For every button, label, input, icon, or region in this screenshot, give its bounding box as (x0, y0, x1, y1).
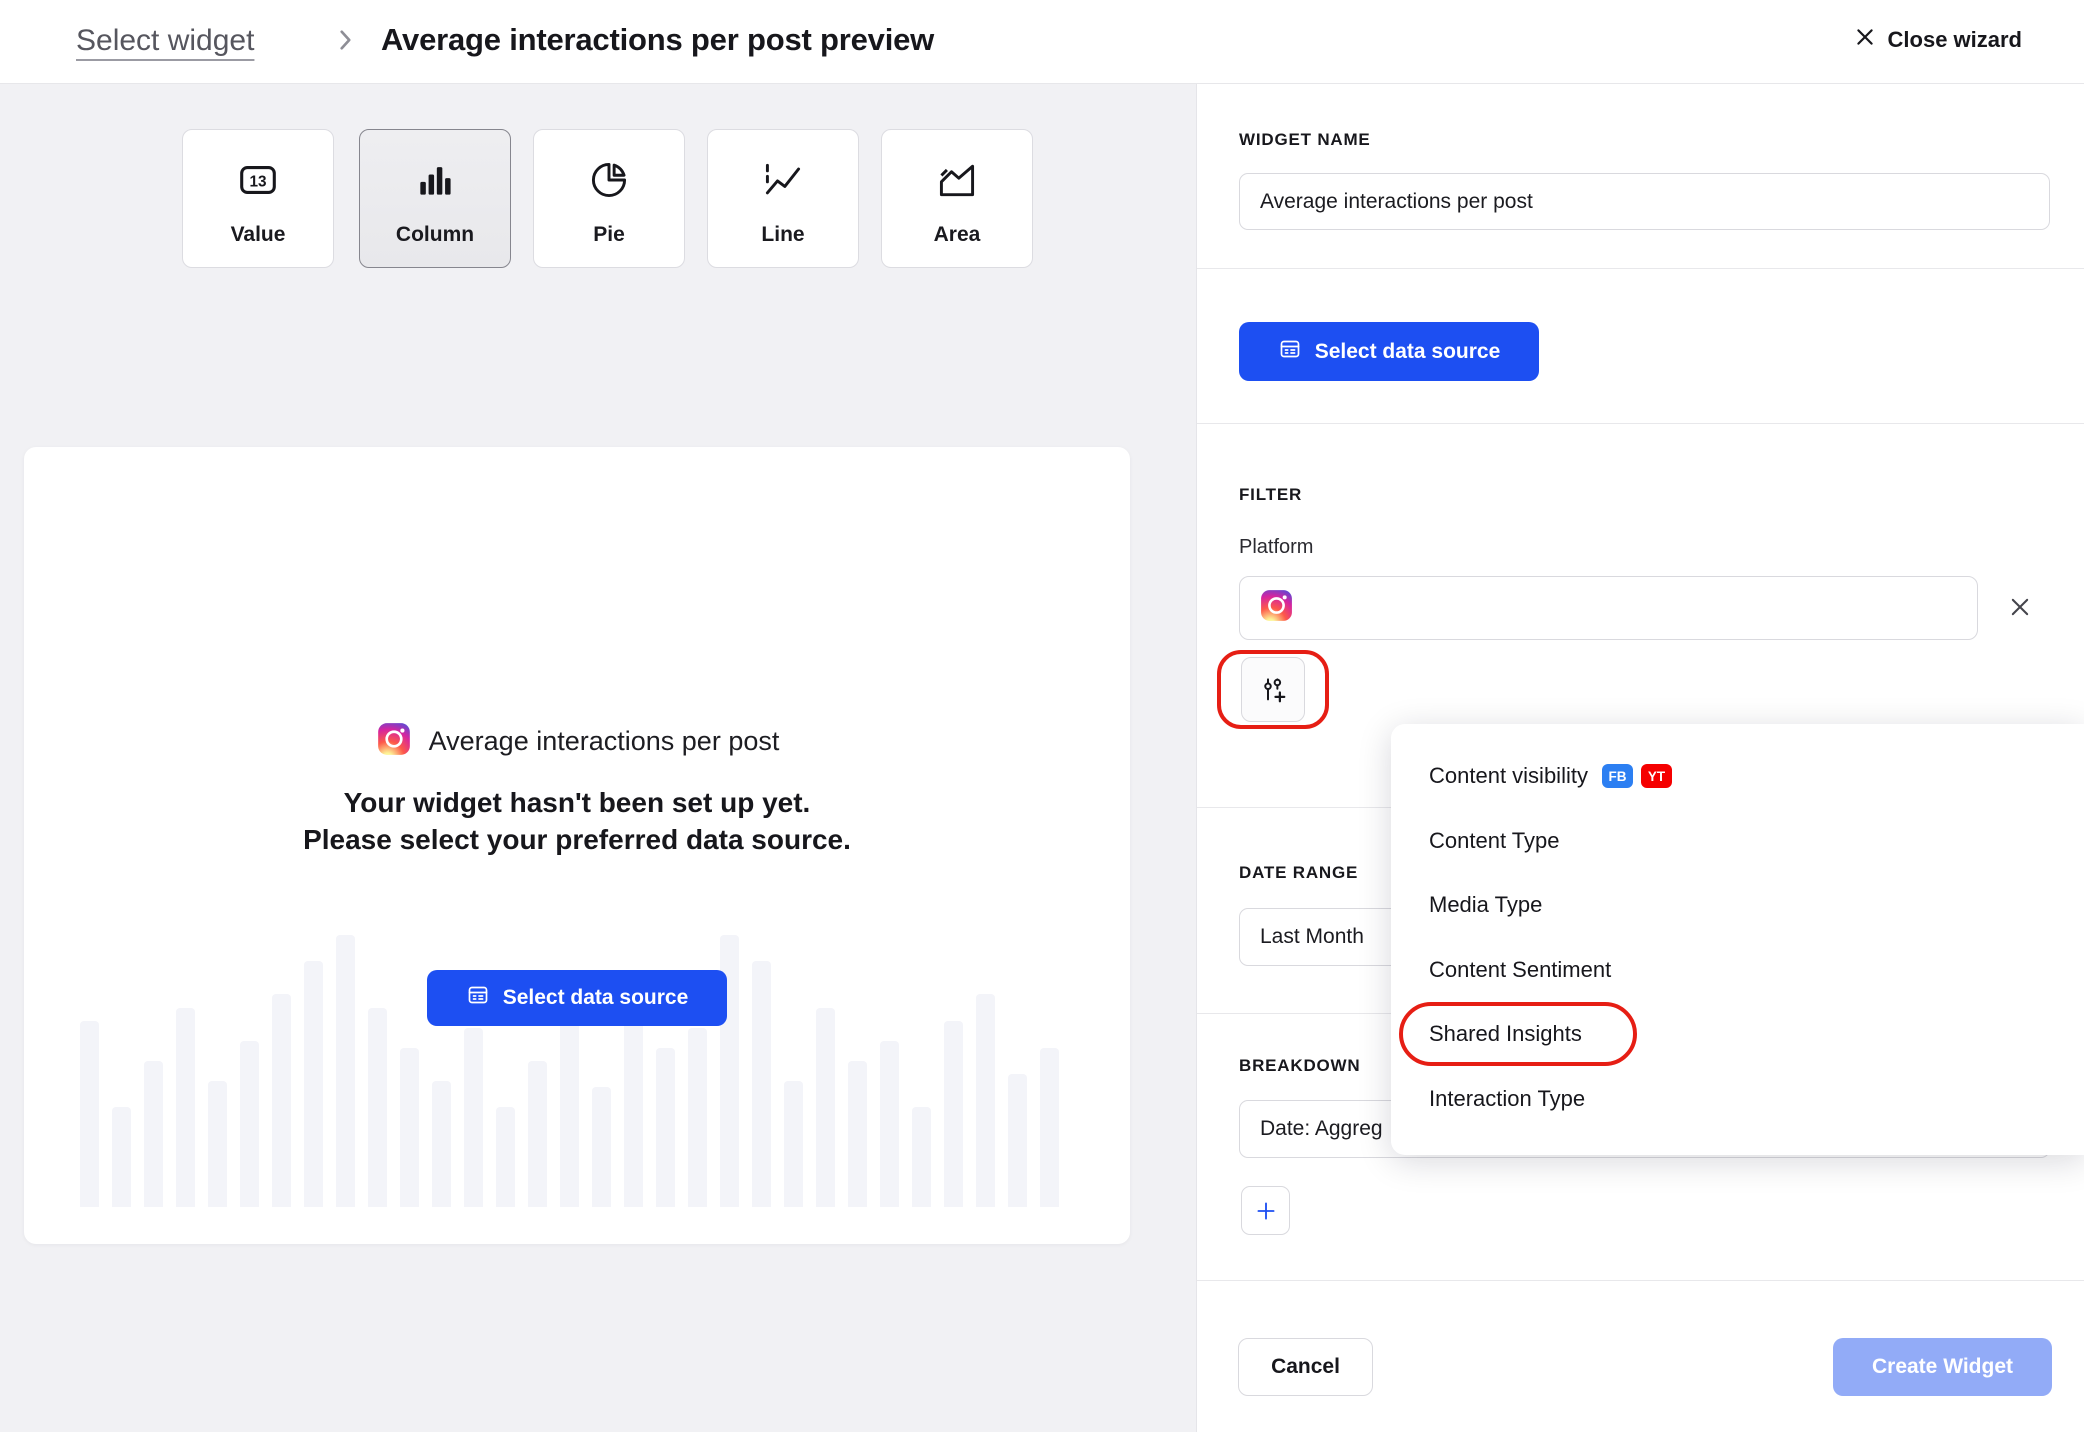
filter-menu-item-content-sentiment[interactable]: Content Sentiment (1391, 938, 2084, 1003)
svg-text:13: 13 (249, 174, 266, 191)
add-breakdown-button[interactable] (1241, 1186, 1290, 1235)
divider (1197, 268, 2084, 269)
preview-bar (176, 1008, 195, 1207)
preview-bar (848, 1061, 867, 1207)
preview-bar (880, 1041, 899, 1207)
filter-menu-item-interaction-type[interactable]: Interaction Type (1391, 1067, 2084, 1132)
preview-bar (912, 1107, 931, 1207)
widget-type-label: Line (761, 223, 804, 247)
preview-bar (592, 1087, 611, 1207)
filter-section-label: FILTER (1239, 485, 1302, 505)
instagram-icon (375, 720, 413, 763)
widget-name-label: WIDGET NAME (1239, 130, 1371, 150)
preview-bar (944, 1021, 963, 1207)
preview-bar (464, 1028, 483, 1207)
preview-widget-title-row: Average interactions per post (24, 720, 1130, 763)
widget-type-label: Area (934, 223, 981, 247)
instagram-icon (1258, 587, 1295, 629)
filter-options-menu: Content visibility FB YT Content Type Me… (1391, 724, 2084, 1155)
preview-bar (528, 1061, 547, 1207)
chevron-right-icon (338, 28, 353, 57)
divider (1197, 423, 2084, 424)
preview-bar (752, 961, 771, 1207)
youtube-badge: YT (1641, 764, 1672, 788)
preview-bar (272, 994, 291, 1207)
widget-type-column[interactable]: Column (359, 129, 511, 268)
breakdown-label: BREAKDOWN (1239, 1056, 1360, 1076)
select-data-source-button-preview[interactable]: Select data source (427, 970, 727, 1026)
select-data-source-button[interactable]: Select data source (1239, 322, 1539, 381)
date-range-value: Last Month (1260, 925, 1364, 949)
filter-menu-item-label: Content visibility (1429, 763, 1588, 789)
close-wizard-label: Close wizard (1888, 27, 2022, 53)
filter-menu-item-shared-insights[interactable]: Shared Insights (1391, 1002, 2084, 1067)
cancel-button[interactable]: Cancel (1238, 1338, 1373, 1396)
widget-type-label: Pie (593, 223, 625, 247)
preview-bar (400, 1048, 419, 1207)
preview-bar (560, 1021, 579, 1207)
breadcrumb-select-widget[interactable]: Select widget (76, 24, 254, 58)
data-source-icon (1278, 337, 1302, 367)
widget-type-value[interactable]: 13 Value (182, 129, 334, 268)
platform-badges: FB YT (1602, 764, 1672, 788)
close-icon (1854, 26, 1876, 54)
widget-type-label: Value (231, 223, 286, 247)
platform-label: Platform (1239, 536, 1313, 559)
preview-bar (1040, 1048, 1059, 1207)
preview-empty-message: Your widget hasn't been set up yet. Plea… (303, 785, 851, 859)
add-filter-button[interactable] (1241, 657, 1305, 722)
preview-bar (656, 1048, 675, 1207)
value-widget-icon: 13 (234, 156, 282, 204)
date-range-label: DATE RANGE (1239, 863, 1358, 883)
breakdown-value: Date: Aggreg (1260, 1117, 1383, 1141)
widget-type-area[interactable]: Area (881, 129, 1033, 268)
select-data-source-label: Select data source (1315, 340, 1501, 364)
widget-type-label: Column (396, 223, 474, 247)
preview-widget-title: Average interactions per post (429, 726, 780, 757)
preview-bar (368, 1008, 387, 1207)
filter-menu-item-label: Shared Insights (1429, 1021, 1582, 1047)
data-source-icon (466, 983, 490, 1013)
widget-type-line[interactable]: Line (707, 129, 859, 268)
preview-bar (432, 1081, 451, 1207)
filter-menu-item-label: Interaction Type (1429, 1086, 1585, 1112)
preview-bar (816, 1008, 835, 1207)
widget-type-pie[interactable]: Pie (533, 129, 685, 268)
filter-menu-item-content-visibility[interactable]: Content visibility FB YT (1391, 744, 2084, 809)
preview-bar (336, 935, 355, 1207)
preview-bar (208, 1081, 227, 1207)
preview-bar (112, 1107, 131, 1207)
pie-chart-icon (585, 156, 633, 204)
preview-bar (976, 994, 995, 1207)
filter-menu-item-content-type[interactable]: Content Type (1391, 809, 2084, 874)
preview-bar (240, 1041, 259, 1207)
preview-bar (496, 1107, 515, 1207)
line-chart-icon (759, 156, 807, 204)
filter-menu-item-label: Media Type (1429, 892, 1542, 918)
widget-name-input[interactable] (1239, 173, 2050, 230)
preview-bar (688, 1028, 707, 1207)
preview-bar (80, 1021, 99, 1207)
remove-platform-filter-button[interactable] (2005, 592, 2035, 622)
select-data-source-label: Select data source (503, 986, 689, 1010)
facebook-badge: FB (1602, 764, 1633, 788)
filter-menu-item-label: Content Sentiment (1429, 957, 1611, 983)
divider (1197, 1280, 2084, 1281)
area-chart-icon (933, 156, 981, 204)
preview-bar (304, 961, 323, 1207)
preview-panel: 13 Value Column Pie Line Area (0, 84, 1196, 1432)
widget-preview-card: Average interactions per post Your widge… (24, 447, 1130, 1244)
wizard-header: Select widget Average interactions per p… (0, 0, 2084, 84)
widget-settings-panel: WIDGET NAME Select data source FILTER Pl… (1196, 84, 2084, 1432)
preview-bar (784, 1081, 803, 1207)
preview-bar (1008, 1074, 1027, 1207)
create-widget-button[interactable]: Create Widget (1833, 1338, 2052, 1396)
platform-filter-field[interactable] (1239, 576, 1978, 640)
page-title: Average interactions per post preview (381, 22, 934, 58)
filter-menu-item-label: Content Type (1429, 828, 1559, 854)
close-wizard-button[interactable]: Close wizard (1854, 26, 2022, 54)
filter-menu-item-media-type[interactable]: Media Type (1391, 873, 2084, 938)
column-chart-icon (411, 156, 459, 204)
preview-bar (144, 1061, 163, 1207)
